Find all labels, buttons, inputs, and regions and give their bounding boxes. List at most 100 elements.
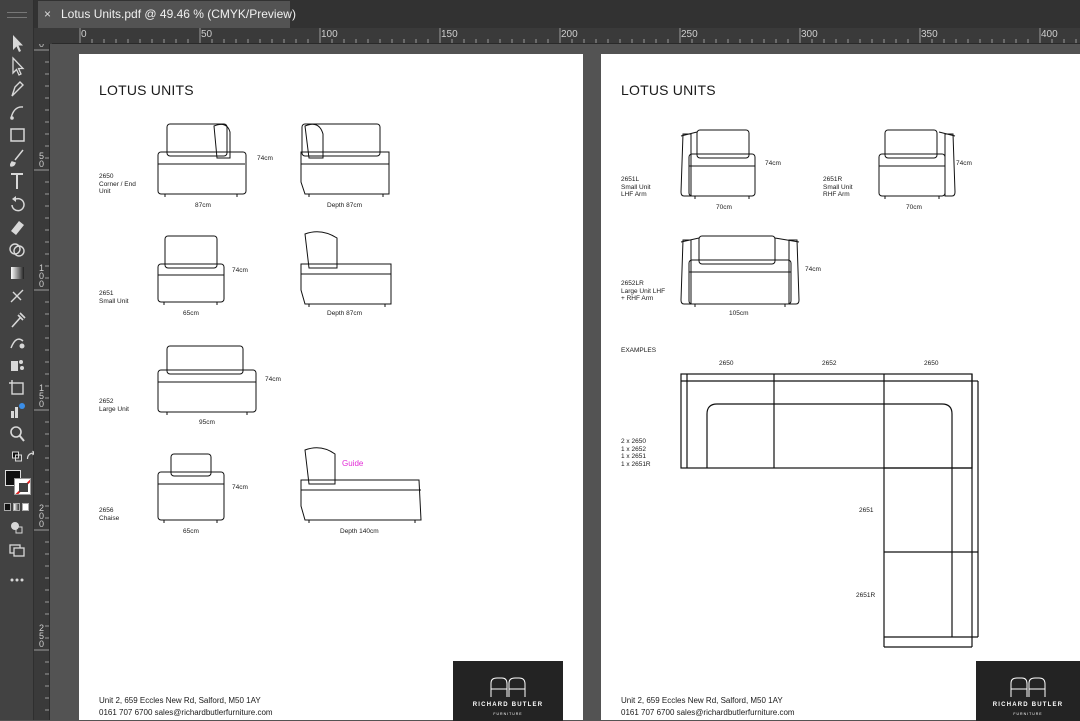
curvature-tool-icon[interactable] <box>4 101 30 123</box>
brand-logo: RICHARD BUTLER FURNITURE <box>976 661 1080 721</box>
page-heading: LOTUS UNITS <box>99 82 194 98</box>
tools-panel <box>0 0 36 720</box>
none-mode-icon[interactable] <box>22 503 29 511</box>
dim-height-2656: 74cm <box>232 484 248 491</box>
ruler-label: 200 <box>38 503 44 529</box>
dim-depth-2651: Depth 87cm <box>327 310 363 317</box>
shape-builder-tool-icon[interactable] <box>4 239 30 261</box>
unit-label-2651L: 2651L Small Unit LHF Arm <box>621 176 651 198</box>
ruler-origin[interactable] <box>34 28 52 44</box>
sofa-2656-side-drawing <box>300 447 422 523</box>
ruler-label: 0 <box>38 44 44 49</box>
default-fill-stroke-icon[interactable] <box>4 447 22 469</box>
ruler-label: 200 <box>561 29 578 40</box>
sofa-2651L-drawing <box>680 129 756 199</box>
dim-depth-2656: Depth 140cm <box>340 528 379 535</box>
example-top-label: 2650 <box>719 360 734 367</box>
color-mode-icon[interactable] <box>4 503 11 511</box>
dim-width-2651L: 70cm <box>716 204 732 211</box>
dim-height-2652: 74cm <box>265 376 281 383</box>
direct-selection-tool-icon[interactable] <box>4 55 30 77</box>
artboard-left[interactable]: LOTUS UNITS 2650 Corner / End Unit 74cm … <box>79 54 583 721</box>
gradient-mode-icon[interactable] <box>13 503 20 511</box>
example-counts: 2 x 2650 1 x 2652 1 x 2651 1 x 2651R <box>621 438 651 468</box>
sofa-2650-side-drawing <box>300 123 390 197</box>
type-tool-icon[interactable] <box>4 170 30 192</box>
unit-label-2652LR: 2652LR Large Unit LHF + RHF Arm <box>621 280 666 302</box>
stroke-swatch[interactable] <box>14 478 31 495</box>
gradient-tool-icon[interactable] <box>4 262 30 284</box>
zoom-tool-icon[interactable] <box>4 423 30 445</box>
paintbrush-tool-icon[interactable] <box>4 147 30 169</box>
document-tab-title[interactable]: Lotus Units.pdf @ 49.46 % (CMYK/Preview) <box>61 1 296 28</box>
ruler-label: 150 <box>38 383 44 409</box>
dim-height-2651: 74cm <box>232 267 248 274</box>
symbol-sprayer-tool-icon[interactable] <box>4 354 30 376</box>
dim-depth-2650: Depth 87cm <box>327 202 363 209</box>
ruler-label: 100 <box>321 29 338 40</box>
brand-subtitle: FURNITURE <box>493 712 523 716</box>
ruler-label: 50 <box>201 29 213 40</box>
unit-label-2656: 2656 Chaise <box>99 507 120 522</box>
sofa-2656-front-drawing <box>157 453 225 523</box>
footer-address: Unit 2, 659 Eccles New Rd, Salford, M50 … <box>99 696 261 705</box>
draw-normal-icon[interactable] <box>4 516 30 538</box>
smart-guide-label: Guide <box>342 459 364 468</box>
blend-tool-icon[interactable] <box>4 331 30 353</box>
sofa-2651-side-drawing <box>300 231 392 307</box>
swap-fill-stroke-icon[interactable] <box>18 447 36 469</box>
panel-grip[interactable] <box>7 12 27 18</box>
selection-tool-icon[interactable] <box>4 32 30 54</box>
sofa-2652LR-drawing <box>680 235 800 307</box>
horizontal-ruler[interactable]: 0 50 100 150 200 250 300 350 400 <box>52 28 1080 44</box>
example-top-label: 2650 <box>924 360 939 367</box>
document-tab[interactable]: × Lotus Units.pdf @ 49.46 % (CMYK/Previe… <box>38 1 296 28</box>
unit-label-2650: 2650 Corner / End Unit <box>99 173 136 195</box>
rectangle-tool-icon[interactable] <box>4 124 30 146</box>
artboard-tool-icon[interactable] <box>4 377 30 399</box>
chart-tool-icon[interactable] <box>4 400 30 422</box>
dim-width-2651R: 70cm <box>906 204 922 211</box>
footer-contact: 0161 707 6700 sales@richardbutlerfurnitu… <box>621 708 795 717</box>
ruler-label: 300 <box>801 29 818 40</box>
dim-width-2652: 95cm <box>199 419 215 426</box>
brand-name: RICHARD BUTLER <box>472 702 544 708</box>
sofa-2651-front-drawing <box>157 235 225 305</box>
eyedropper-tool-icon[interactable] <box>4 308 30 330</box>
ruler-label: 250 <box>38 623 44 649</box>
unit-label-2651: 2651 Small Unit <box>99 290 129 305</box>
screen-mode-icon[interactable] <box>4 539 30 561</box>
ruler-label: 400 <box>1041 29 1058 40</box>
dim-width-2651: 65cm <box>183 310 199 317</box>
artboard-right[interactable]: LOTUS UNITS 2651L Small Unit LHF Arm 74c… <box>601 54 1080 721</box>
unit-label-2652: 2652 Large Unit <box>99 398 129 413</box>
unit-label-2651R: 2651R Small Unit RHF Arm <box>823 176 853 198</box>
sofa-2650-front-drawing <box>157 123 247 197</box>
sofa-2651R-drawing <box>878 129 956 199</box>
examples-title: EXAMPLES <box>621 347 657 354</box>
footer-contact: 0161 707 6700 sales@richardbutlerfurnitu… <box>99 708 273 717</box>
corner-sofa-plan-drawing <box>680 373 979 648</box>
brand-subtitle: FURNITURE <box>1013 712 1043 716</box>
brand-logo: RICHARD BUTLER FURNITURE <box>453 661 563 721</box>
pen-tool-icon[interactable] <box>4 78 30 100</box>
color-mode-icons[interactable] <box>4 503 30 512</box>
rotate-tool-icon[interactable] <box>4 193 30 215</box>
more-tools-icon[interactable] <box>4 569 30 591</box>
ruler-label: 250 <box>681 29 698 40</box>
footer-address: Unit 2, 659 Eccles New Rd, Salford, M50 … <box>621 696 783 705</box>
eraser-tool-icon[interactable] <box>4 216 30 238</box>
dim-width-2656: 65cm <box>183 528 199 535</box>
document-tab-bar: × Lotus Units.pdf @ 49.46 % (CMYK/Previe… <box>0 0 1080 28</box>
dim-width-2652LR: 105cm <box>729 310 749 317</box>
dim-width-2650: 87cm <box>195 202 211 209</box>
ruler-label: 50 <box>38 151 44 169</box>
dim-height-2651R: 74cm <box>956 160 972 167</box>
close-tab-icon[interactable]: × <box>44 1 51 28</box>
example-top-label: 2652 <box>822 360 837 367</box>
logo-mark-icon <box>490 677 526 697</box>
brand-name: RICHARD BUTLER <box>992 702 1064 708</box>
mesh-tool-icon[interactable] <box>4 285 30 307</box>
ruler-label: 100 <box>38 263 44 289</box>
vertical-ruler[interactable]: 0 50 100 150 200 250 <box>34 44 50 720</box>
